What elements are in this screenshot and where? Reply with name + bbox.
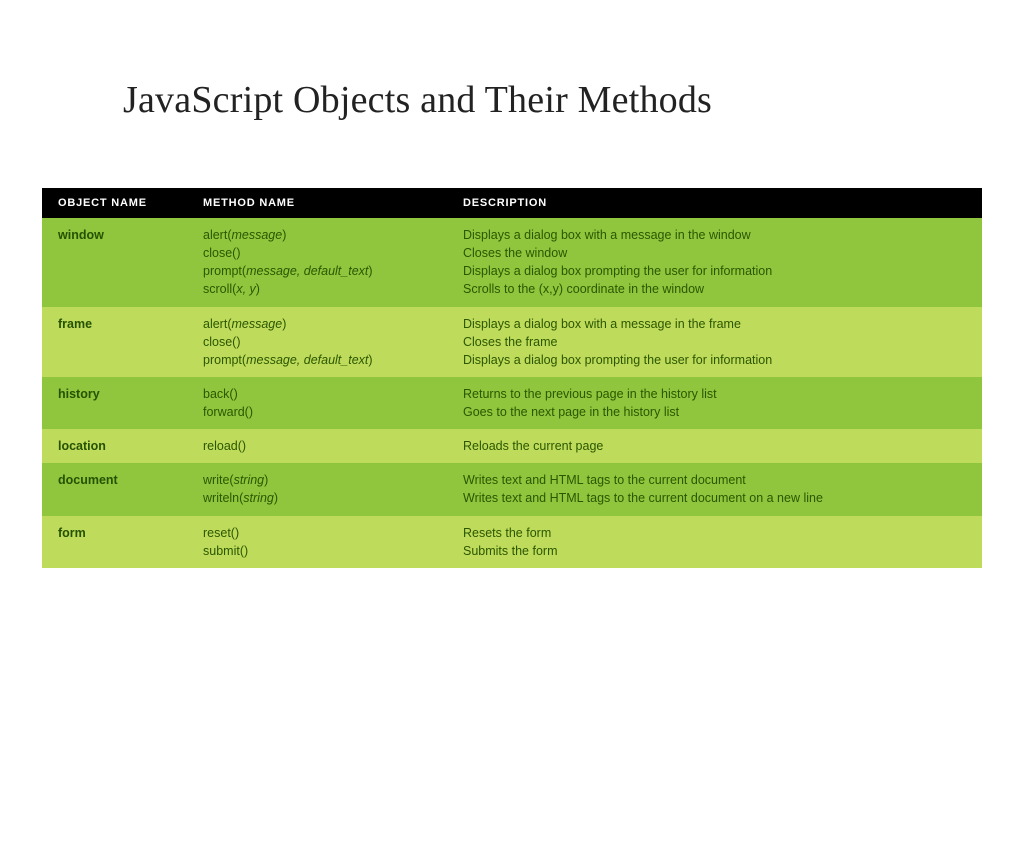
table-row: documentwrite(string)writeln(string)Writ… [42,463,982,515]
slide-title: JavaScript Objects and Their Methods [123,78,1024,122]
table-row: location reload() Reloads the current page [42,429,982,463]
method-cell: alert(message)close()prompt(message, def… [187,307,447,377]
method-cell: reset()submit() [187,516,447,568]
object-name-cell: frame [42,307,187,377]
table-row: historyback()forward()Returns to the pre… [42,377,982,429]
description-line: Displays a dialog box prompting the user… [463,262,968,280]
header-description: DESCRIPTION [447,188,982,218]
description-line: Displays a dialog box prompting the user… [463,351,968,369]
table-row: framealert(message)close()prompt(message… [42,307,982,377]
method-cell: write(string)writeln(string) [187,463,447,515]
description-line: Resets the form [463,524,968,542]
method-signature: prompt(message, default_text) [203,351,433,369]
object-name-cell: form [42,516,187,568]
description-cell: Writes text and HTML tags to the current… [447,463,982,515]
method-signature: scroll(x, y) [203,280,433,298]
description-line: Displays a dialog box with a message in … [463,226,968,244]
object-name-cell: document [42,463,187,515]
method-signature: write(string) [203,471,433,489]
description-line: Closes the frame [463,333,968,351]
description-line: Closes the window [463,244,968,262]
description-cell: Resets the formSubmits the form [447,516,982,568]
description-cell: Displays a dialog box with a message in … [447,307,982,377]
header-method: METHOD NAME [187,188,447,218]
header-object: OBJECT NAME [42,188,187,218]
method-cell: reload() [187,429,447,463]
method-signature: reload() [203,437,433,455]
method-signature: back() [203,385,433,403]
method-signature: alert(message) [203,226,433,244]
method-signature: close() [203,244,433,262]
description-line: Writes text and HTML tags to the current… [463,489,968,507]
description-cell: Displays a dialog box with a message in … [447,218,982,307]
method-signature: close() [203,333,433,351]
object-name-cell: window [42,218,187,307]
description-line: Goes to the next page in the history lis… [463,403,968,421]
object-name-cell: history [42,377,187,429]
method-signature: forward() [203,403,433,421]
table-row: formreset()submit()Resets the formSubmit… [42,516,982,568]
description-line: Writes text and HTML tags to the current… [463,471,968,489]
method-signature: submit() [203,542,433,560]
method-signature: prompt(message, default_text) [203,262,433,280]
method-signature: alert(message) [203,315,433,333]
description-line: Reloads the current page [463,437,968,455]
table-row: windowalert(message)close()prompt(messag… [42,218,982,307]
description-cell: Returns to the previous page in the hist… [447,377,982,429]
method-signature: reset() [203,524,433,542]
method-cell: alert(message)close()prompt(message, def… [187,218,447,307]
object-name-cell: location [42,429,187,463]
methods-table-container: OBJECT NAME METHOD NAME DESCRIPTION wind… [42,188,982,568]
description-line: Submits the form [463,542,968,560]
method-cell: back()forward() [187,377,447,429]
methods-table: OBJECT NAME METHOD NAME DESCRIPTION wind… [42,188,982,568]
description-line: Returns to the previous page in the hist… [463,385,968,403]
description-line: Scrolls to the (x,y) coordinate in the w… [463,280,968,298]
description-line: Displays a dialog box with a message in … [463,315,968,333]
method-signature: writeln(string) [203,489,433,507]
description-cell: Reloads the current page [447,429,982,463]
